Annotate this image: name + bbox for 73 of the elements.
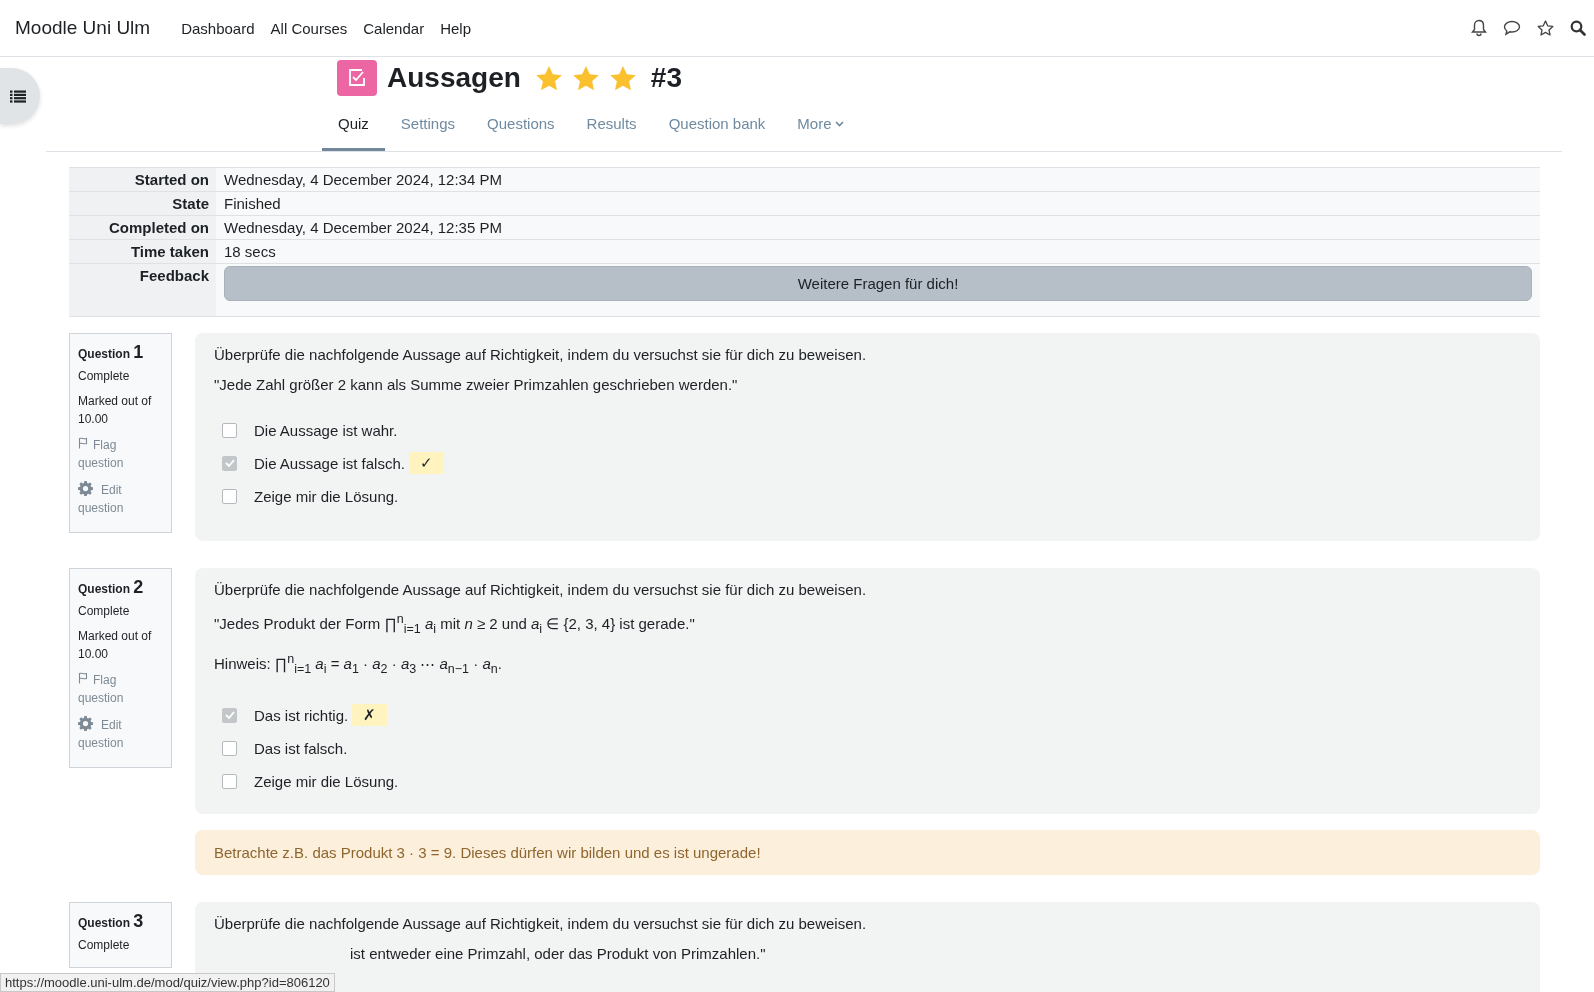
- nav-link[interactable]: Calendar: [363, 19, 425, 37]
- question-text: "Jede Zahl größer 2 kann als Summe zweier Primzahlen geschrieben werden.": [214, 375, 739, 395]
- feedback-message: Betrachte z.B. das Produkt 3 · 3 = 9. Dieses dürfen wir bilden und es ist ungerade!: [195, 830, 1540, 875]
- question-number: Question 2: [78, 577, 145, 598]
- flag-icon: [78, 672, 88, 684]
- answer-feedback-mark: ✓: [408, 452, 444, 474]
- answer-option: Die Aussage ist falsch.: [254, 454, 405, 472]
- speech-bubble-icon[interactable]: [1503, 20, 1521, 36]
- bell-icon[interactable]: [1471, 19, 1487, 37]
- table-header: Time taken: [69, 240, 216, 263]
- checkbox[interactable]: [222, 488, 237, 504]
- quiz-icon: [337, 60, 377, 96]
- gear-icon: [78, 716, 93, 731]
- answer-option: Das ist richtig.: [254, 706, 349, 724]
- checkbox[interactable]: [222, 740, 237, 756]
- table-header: Started on: [69, 168, 216, 191]
- site-name[interactable]: Moodle Uni Ulm: [15, 17, 151, 39]
- answer-option: Zeige mir die Lösung.: [254, 772, 399, 790]
- question-number: Question 3: [78, 911, 145, 932]
- search-icon[interactable]: [1570, 20, 1586, 36]
- checkbox[interactable]: [222, 455, 237, 471]
- page-title: Aussagen: [387, 62, 521, 94]
- question-text: Überprüfe die nachfolgende Aussage auf Richtigkeit, indem du versuchst sie für dich zu beweisen.: [214, 580, 868, 600]
- table-cell: Wednesday, 4 December 2024, 12:34 PM: [224, 171, 502, 188]
- question-text: Hinweis: ∏$^{n}$$_{i=1}$ a$_{i}$ = a$_{1}$ · a$_{2}$ · a$_{3}$ ⋯ a$_{n−1}$ · a$_{n}$.: [214, 651, 503, 678]
- star-icon: [608, 64, 637, 92]
- list-icon: [10, 89, 26, 103]
- tab[interactable]: Results: [570, 99, 653, 151]
- flag-question-link[interactable]: Flag question: [78, 671, 163, 707]
- checkbox[interactable]: [222, 707, 237, 723]
- table-header: State: [69, 192, 216, 215]
- answer-option: Zeige mir die Lösung.: [254, 487, 399, 505]
- quiz-number: #3: [650, 62, 682, 94]
- tab[interactable]: More: [781, 99, 860, 151]
- star-icon: [534, 64, 563, 92]
- nav-link[interactable]: All Courses: [270, 19, 348, 37]
- question-number: Question 1: [78, 342, 145, 363]
- flag-icon: [78, 437, 88, 449]
- gear-icon: [78, 481, 93, 496]
- answer-feedback-mark: ✗: [352, 704, 388, 726]
- question-state: Complete: [78, 938, 131, 952]
- flag-question-link[interactable]: Flag question: [78, 436, 163, 472]
- question-text: Überprüfe die nachfolgende Aussage auf Richtigkeit, indem du versuchst sie für dich zu beweisen.: [214, 345, 868, 365]
- course-index-button[interactable]: [0, 68, 40, 124]
- caret-icon: [834, 120, 844, 127]
- question-state: Complete: [78, 369, 131, 383]
- question-marks: Marked out of 10.00: [78, 393, 153, 428]
- edit-question-link[interactable]: Edit question: [78, 716, 163, 752]
- star-icon[interactable]: [1537, 19, 1554, 37]
- tab[interactable]: Questions: [471, 99, 571, 151]
- tab[interactable]: Question bank: [652, 99, 782, 151]
- table-header: Feedback: [69, 264, 216, 316]
- table-cell: Wednesday, 4 December 2024, 12:35 PM: [224, 219, 502, 236]
- tab[interactable]: Settings: [384, 99, 472, 151]
- question-state: Complete: [78, 604, 131, 618]
- answer-option: Das ist falsch.: [254, 739, 348, 757]
- table-cell: Finished: [224, 195, 281, 212]
- question-marks: Marked out of 10.00: [78, 628, 153, 663]
- checkbox[interactable]: [222, 422, 237, 438]
- star-icon: [571, 64, 600, 92]
- nav-link[interactable]: Help: [440, 19, 471, 37]
- tab[interactable]: Quiz: [322, 99, 385, 151]
- question-text: ist entweder eine Primzahl, oder das Produkt von Primzahlen.": [349, 944, 767, 964]
- question-text: Überprüfe die nachfolgende Aussage auf Richtigkeit, indem du versuchst sie für dich zu beweisen.: [214, 914, 868, 934]
- checkbox[interactable]: [222, 773, 237, 789]
- table-cell: 18 secs: [224, 243, 276, 260]
- answer-option: Die Aussage ist wahr.: [254, 421, 398, 439]
- edit-question-link[interactable]: Edit question: [78, 481, 163, 517]
- table-header: Completed on: [69, 216, 216, 239]
- nav-link[interactable]: Dashboard: [181, 19, 255, 37]
- question-text: "Jedes Produkt der Form ∏$^{n}$$_{i=1}$ a$_{i}$ mit n ≥ 2 und a$_{i}$ ∈ {2, 3, 4} ist gerade.": [214, 611, 696, 638]
- link-url-status: https://moodle.uni-ulm.de/mod/quiz/view.php?id=806120: [0, 973, 335, 992]
- feedback-button[interactable]: Weitere Fragen für dich!: [224, 266, 1532, 301]
